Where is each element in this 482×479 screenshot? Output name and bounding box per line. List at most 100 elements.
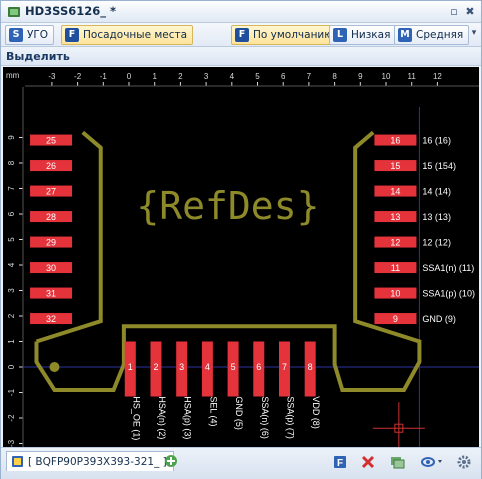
footprint-icon[interactable]: F	[332, 454, 348, 470]
footprint-canvas[interactable]: mm -3 -2 -1 0 1 2 3 4 5 6 7 8 9 10 11 12 9 8 7 6 5 4 3 2 1 0 -1 -2 -3…	[3, 67, 479, 447]
tool-footprints-button[interactable]: F Посадочные места	[61, 25, 194, 45]
tool-medium-label: Средняя	[416, 29, 464, 41]
ruler-x-tick: 1	[152, 72, 157, 81]
ruler-x-tick: 5	[255, 72, 260, 81]
pad-bottom-net: HSA(p) (3)	[183, 396, 193, 439]
ruler-y-tick: 9	[7, 135, 16, 140]
ruler-y-tick: -1	[7, 388, 16, 396]
ruler-x-tick: 7	[307, 72, 312, 81]
select-section-header: Выделить	[1, 48, 481, 66]
settings-icon[interactable]	[456, 454, 472, 470]
symbol-s-icon: S	[9, 28, 23, 42]
pad-bottom-net: VDD (8)	[311, 396, 321, 429]
pad-right-number: 15	[390, 161, 400, 171]
refdes-label: {RefDes}	[136, 184, 319, 228]
pad-left-number: 30	[46, 263, 56, 273]
ruler-y-tick: 2	[7, 313, 16, 318]
footprint-doc-icon	[12, 456, 23, 467]
ruler-x-tick: 10	[382, 72, 391, 81]
select-section-label: Выделить	[6, 50, 70, 63]
tool-ugo-label: УГО	[27, 29, 49, 41]
pad-left-number: 27	[46, 187, 56, 197]
pin-icon[interactable]: ▫	[447, 5, 461, 19]
editor-window: HD3SS6126_ * ▫ ✖ S УГО F Посадочные мест…	[0, 0, 482, 479]
pad-right-net: SSA1(n) (11)	[422, 263, 474, 273]
ruler-x-tick: 3	[204, 72, 209, 81]
ruler-y-tick: 7	[7, 186, 16, 191]
pad-bottom-net: SSA(n) (6)	[260, 396, 270, 439]
pad-bottom-number: 7	[282, 362, 287, 372]
ruler-x-tick: -2	[74, 72, 82, 81]
tool-low-label: Низкая	[351, 29, 391, 41]
pad-right-net: SSA1(p) (10)	[422, 289, 475, 299]
pad-right-number: 9	[393, 314, 398, 324]
document-tab[interactable]: [ BQFP90P393X393-321_ ]	[6, 451, 174, 471]
pad-right-number: 11	[391, 263, 400, 273]
pad-left-number: 29	[46, 238, 56, 248]
pad-bottom-number: 3	[179, 362, 184, 372]
tool-low-button[interactable]: L Низкая	[329, 25, 397, 45]
ruler-x-tick: 0	[127, 72, 132, 81]
pad-right-net: GND (9)	[422, 314, 456, 324]
pad-left-number: 28	[46, 212, 56, 222]
pad-right-number: 16	[390, 136, 400, 146]
pad-bottom-net: HS_OE (1)	[131, 396, 141, 440]
window-title: HD3SS6126_ *	[25, 4, 116, 18]
ruler-unit: mm	[6, 71, 20, 80]
ruler-x-tick: -1	[100, 72, 108, 81]
tool-default-label: По умолчанию	[253, 29, 334, 41]
title-bar: HD3SS6126_ * ▫ ✖	[1, 1, 481, 23]
ruler-x-tick: 4	[230, 72, 235, 81]
pad-left-number: 32	[46, 314, 56, 324]
pad-left-number: 26	[46, 161, 56, 171]
pad-bottom-number: 2	[153, 362, 158, 372]
view-dropdown-icon[interactable]	[419, 454, 445, 470]
ruler-y-tick: 3	[7, 288, 16, 293]
tool-default-button[interactable]: F По умолчанию	[231, 25, 340, 45]
new-tab-icon[interactable]	[163, 453, 179, 469]
component-app-icon	[8, 7, 20, 17]
density-m-icon: M	[398, 28, 412, 42]
pad-right-number: 14	[390, 187, 400, 197]
density-l-icon: L	[333, 28, 347, 42]
ruler-x-tick: 8	[332, 72, 337, 81]
ruler-y-tick: 6	[7, 211, 16, 216]
pad-bottom-net: SEL (4)	[208, 396, 218, 426]
pad-bottom-number: 4	[205, 362, 210, 372]
pad-right-number: 12	[390, 238, 400, 248]
pad-right-number: 10	[390, 289, 400, 299]
pad-bottom-net: GND (5)	[234, 396, 244, 430]
tool-ugo-button[interactable]: S УГО	[5, 25, 55, 45]
ruler-y-tick: 8	[7, 160, 16, 165]
footprint-drawing[interactable]: mm -3 -2 -1 0 1 2 3 4 5 6 7 8 9 10 11 129876543210-1-2-3…	[3, 67, 479, 447]
ruler-y-tick: 4	[7, 262, 16, 267]
ruler-x-tick: -3	[48, 72, 56, 81]
delete-icon[interactable]	[360, 454, 376, 470]
ruler-x-tick: 12	[433, 72, 442, 81]
ruler-y-tick: -3	[7, 439, 16, 447]
close-icon[interactable]: ✖	[463, 5, 477, 19]
pad-left-number: 31	[46, 289, 56, 299]
ruler-x-tick: 9	[358, 72, 363, 81]
ruler-y-tick: 0	[7, 364, 16, 369]
document-tabs-bar: [ BQFP90P393X393-321_ ] F	[1, 447, 481, 479]
svg-text:F: F	[337, 458, 343, 469]
document-tab-label: [ BQFP90P393X393-321_ ]	[28, 455, 167, 468]
pin1-marker	[49, 362, 60, 372]
tool-medium-button[interactable]: M Средняя	[394, 25, 470, 45]
pad-right-net: 14 (14)	[422, 187, 451, 197]
footprint-f-icon: F	[65, 28, 79, 42]
pad-bottom-number: 5	[231, 362, 236, 372]
ruler-x-tick: 2	[178, 72, 183, 81]
pad-bottom-number: 1	[128, 362, 133, 372]
pad-right-net: 12 (12)	[422, 238, 451, 248]
footprint-default-icon: F	[235, 28, 249, 42]
toolbar-overflow-icon[interactable]: ▾	[469, 28, 479, 42]
ruler-y-tick: 5	[7, 237, 16, 242]
ruler-y-tick: -2	[7, 414, 16, 422]
pad-bottom-number: 6	[256, 362, 261, 372]
layers-icon[interactable]	[389, 454, 405, 470]
pad-bottom-net: HSA(n) (2)	[157, 396, 167, 439]
pad-right-net: 15 (154)	[422, 161, 456, 171]
pad-bottom-net: SSA(p) (7)	[285, 396, 295, 439]
